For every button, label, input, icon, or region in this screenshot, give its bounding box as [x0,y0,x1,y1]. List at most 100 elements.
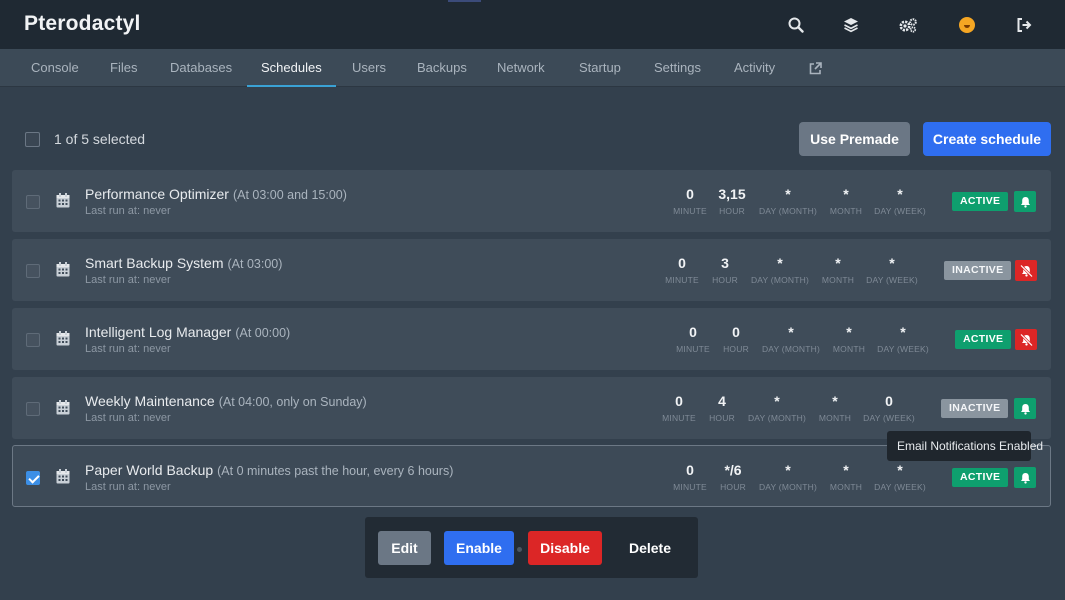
separator-dot [517,547,522,552]
calendar-icon [56,331,70,346]
tab-startup[interactable]: Startup [565,49,635,87]
schedule-name: Paper World Backup (At 0 minutes past the… [85,462,454,478]
schedule-name: Smart Backup System (At 03:00) [85,255,283,271]
last-run: Last run at: never [85,481,171,493]
cron-day-month: * DAY (MONTH) [758,462,818,492]
server-subnav: Console Files Databases Schedules Users … [0,49,1065,87]
cron-minute: 0 MINUTE [676,324,710,354]
schedule-description: (At 03:00 and 15:00) [232,188,347,202]
schedule-description: (At 0 minutes past the hour, every 6 hou… [217,464,454,478]
cron-minute: 0 MINUTE [665,255,699,285]
tab-console[interactable]: Console [17,49,93,87]
bell-slash-icon [1019,333,1033,346]
search-icon[interactable] [785,14,807,36]
sign-out-icon[interactable] [1013,14,1035,36]
status-badge: INACTIVE [944,261,1012,280]
use-premade-button[interactable]: Use Premade [799,122,910,156]
enable-button[interactable]: Enable [444,531,514,565]
disable-button[interactable]: Disable [528,531,602,565]
row-checkbox[interactable] [26,264,40,278]
cron-day-month: * DAY (MONTH) [758,186,818,216]
cron-day-month: * DAY (MONTH) [750,255,810,285]
tab-users[interactable]: Users [338,49,400,87]
schedule-row[interactable]: Intelligent Log Manager (At 00:00) Last r… [12,308,1051,370]
cron-minute: 0 MINUTE [673,186,707,216]
last-run: Last run at: never [85,205,171,217]
notification-toggle[interactable] [1015,329,1037,350]
selection-count: 1 of 5 selected [54,131,146,147]
last-run: Last run at: never [85,274,171,286]
schedule-row[interactable]: Performance Optimizer (At 03:00 and 15:00… [12,170,1051,232]
external-link-icon [809,62,822,75]
top-accent-bar [448,0,481,2]
tab-network[interactable]: Network [483,49,559,87]
bell-icon [1020,403,1030,415]
cron-month: * MONTH [829,186,863,216]
row-checkbox[interactable] [26,471,40,485]
status-badge: ACTIVE [952,468,1009,487]
notification-toggle[interactable] [1015,260,1037,281]
app-title[interactable]: Pterodactyl [24,12,141,36]
tab-schedules[interactable]: Schedules [247,49,336,87]
tab-files[interactable]: Files [96,49,151,87]
status-badge: ACTIVE [952,192,1009,211]
tab-databases[interactable]: Databases [156,49,246,87]
select-all-checkbox[interactable] [25,132,40,147]
calendar-icon [56,400,70,415]
last-run: Last run at: never [85,343,171,355]
cron-hour: 0 HOUR [723,324,749,354]
row-checkbox[interactable] [26,333,40,347]
tab-external-link[interactable] [795,49,836,87]
layers-icon[interactable] [840,14,862,36]
bell-slash-icon [1019,264,1033,277]
top-navbar: Pterodactyl [0,0,1065,49]
row-checkbox[interactable] [26,402,40,416]
cron-day-month: * DAY (MONTH) [747,393,807,423]
bell-icon [1020,196,1030,208]
notification-toggle[interactable] [1014,467,1036,488]
schedule-row[interactable]: Weekly Maintenance (At 04:00, only on Sun… [12,377,1051,439]
schedule-description: (At 04:00, only on Sunday) [218,395,367,409]
notification-toggle[interactable] [1014,398,1036,419]
schedule-name: Intelligent Log Manager (At 00:00) [85,324,291,340]
cron-hour: 3 HOUR [712,255,738,285]
schedule-description: (At 03:00) [227,257,283,271]
cron-day-week: * DAY (WEEK) [874,186,926,216]
cron-day-week: 0 DAY (WEEK) [863,393,915,423]
avatar-image [959,17,975,33]
avatar[interactable] [956,14,978,36]
status-badge: ACTIVE [955,330,1012,349]
tab-settings[interactable]: Settings [640,49,715,87]
last-run: Last run at: never [85,412,171,424]
schedule-row[interactable]: Smart Backup System (At 03:00) Last run a… [12,239,1051,301]
cogs-icon[interactable] [897,14,919,36]
schedule-description: (At 00:00) [235,326,291,340]
cron-day-week: * DAY (WEEK) [874,462,926,492]
tab-backups[interactable]: Backups [403,49,481,87]
calendar-icon [56,469,70,484]
create-schedule-button[interactable]: Create schedule [923,122,1051,156]
cron-month: * MONTH [821,255,855,285]
notification-toggle[interactable] [1014,191,1036,212]
cron-minute: 0 MINUTE [673,462,707,492]
edit-button[interactable]: Edit [378,531,431,565]
cron-month: * MONTH [829,462,863,492]
row-checkbox[interactable] [26,195,40,209]
bell-icon [1020,472,1030,484]
tab-activity[interactable]: Activity [720,49,789,87]
notification-tooltip: Email Notifications Enabled [887,431,1043,461]
bulk-action-bar: Edit Enable Disable Delete [365,517,698,578]
cron-day-week: * DAY (WEEK) [866,255,918,285]
cron-month: * MONTH [832,324,866,354]
schedule-name: Performance Optimizer (At 03:00 and 15:00… [85,186,347,202]
status-badge: INACTIVE [941,399,1009,418]
cron-minute: 0 MINUTE [662,393,696,423]
schedule-name: Weekly Maintenance (At 04:00, only on Sun… [85,393,367,409]
delete-button[interactable]: Delete [616,531,684,565]
cron-hour: */6 HOUR [720,462,746,492]
cron-day-month: * DAY (MONTH) [761,324,821,354]
calendar-icon [56,193,70,208]
cron-hour: 3,15 HOUR [718,186,746,216]
cron-hour: 4 HOUR [709,393,735,423]
cron-month: * MONTH [818,393,852,423]
